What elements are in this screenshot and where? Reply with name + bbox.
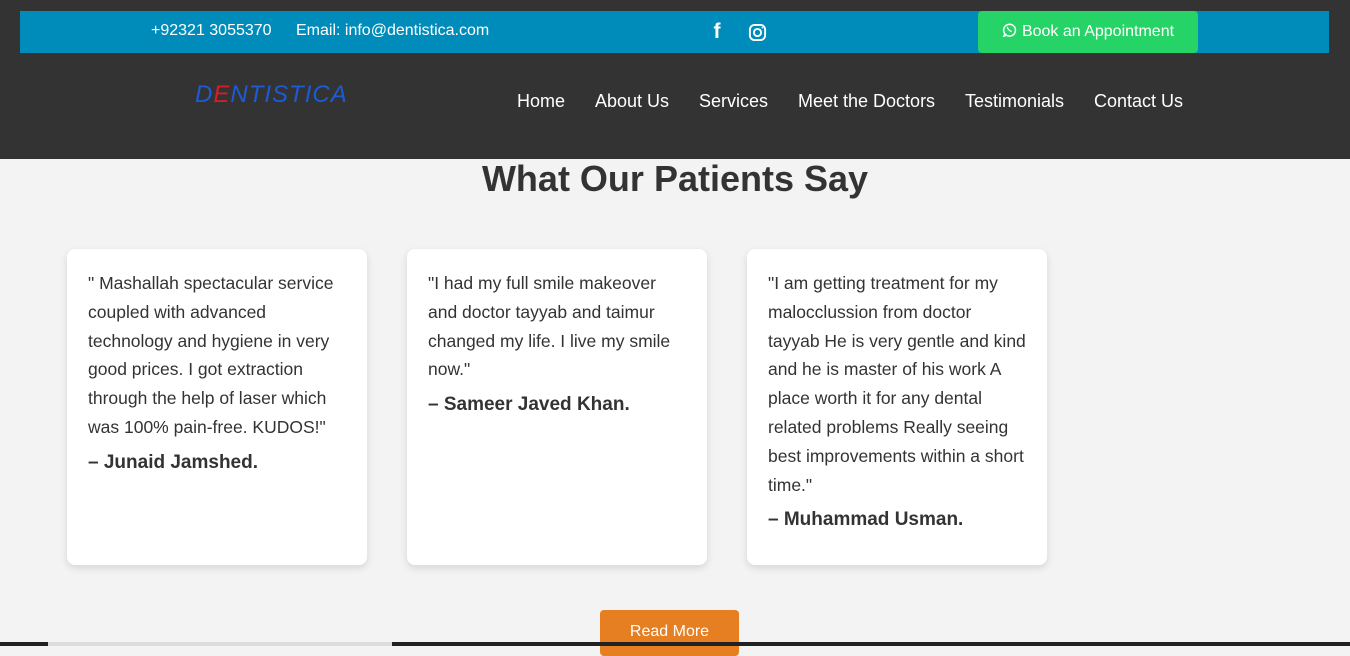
testimonial-card: "I am getting treatment for my malocclus… <box>747 249 1047 565</box>
testimonial-quote: " Mashallah spectacular service coupled … <box>88 273 334 437</box>
testimonial-card: "I had my full smile makeover and doctor… <box>407 249 707 565</box>
phone-number[interactable]: +92321 3055370 <box>151 22 272 40</box>
nav-testimonials[interactable]: Testimonials <box>965 91 1064 112</box>
bottom-strip <box>0 642 1350 646</box>
instagram-icon[interactable] <box>745 20 769 44</box>
book-appointment-button[interactable]: Book an Appointment <box>978 11 1198 53</box>
nav-home[interactable]: Home <box>517 91 565 112</box>
logo-text-rest: NTISTICA <box>230 81 348 108</box>
read-more-button[interactable]: Read More <box>600 610 739 656</box>
testimonial-card: " Mashallah spectacular service coupled … <box>67 249 367 565</box>
email-address[interactable]: Email: info@dentistica.com <box>296 22 489 40</box>
book-appointment-label: Book an Appointment <box>1021 23 1175 40</box>
testimonial-author: – Muhammad Usman. <box>768 509 964 531</box>
logo-letter-e: E <box>213 81 231 108</box>
logo-letter-d: D <box>195 81 214 108</box>
nav-meet-the-doctors[interactable]: Meet the Doctors <box>798 91 935 112</box>
whatsapp-icon <box>1002 22 1017 42</box>
testimonial-author: – Sameer Javed Khan. <box>428 394 630 416</box>
nav-services[interactable]: Services <box>699 91 768 112</box>
testimonial-quote: "I had my full smile makeover and doctor… <box>428 273 671 380</box>
nav-about-us[interactable]: About Us <box>595 91 669 112</box>
top-contact-bar: +92321 3055370 Email: info@dentistica.co… <box>20 11 1329 53</box>
dentistica-logo[interactable]: DENTISTICA <box>195 81 348 109</box>
nav-contact-us[interactable]: Contact Us <box>1094 91 1183 112</box>
facebook-icon[interactable]: f <box>705 20 729 44</box>
section-title: What Our Patients Say <box>481 158 869 199</box>
testimonial-quote: "I am getting treatment for my malocclus… <box>768 273 1026 495</box>
testimonial-author: – Junaid Jamshed. <box>88 451 259 473</box>
bottom-strip-highlight <box>48 642 392 646</box>
